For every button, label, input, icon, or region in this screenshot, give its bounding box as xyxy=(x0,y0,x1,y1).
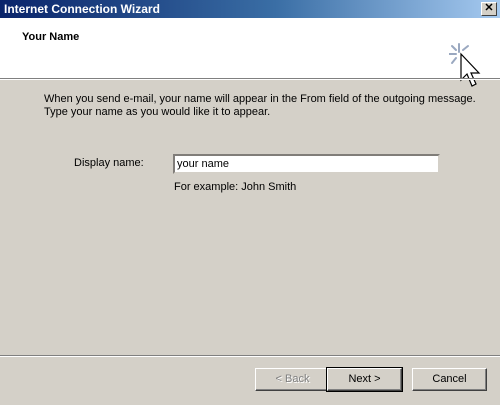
close-icon: ✕ xyxy=(484,2,494,14)
example-hint: For example: John Smith xyxy=(174,181,297,193)
wizard-cursor-icon xyxy=(449,43,481,87)
wizard-window: Internet Connection Wizard ✕ Your Name W… xyxy=(0,0,500,405)
display-name-label: Display name: xyxy=(74,157,144,169)
title-bar[interactable]: Internet Connection Wizard ✕ xyxy=(0,0,500,18)
page-title: Your Name xyxy=(22,31,80,43)
next-button[interactable]: Next > xyxy=(326,367,403,392)
cancel-button[interactable]: Cancel xyxy=(412,368,487,391)
wizard-header: Your Name xyxy=(0,18,500,87)
footer-divider xyxy=(0,355,500,357)
header-divider xyxy=(0,78,500,80)
display-name-input[interactable] xyxy=(173,154,440,174)
close-button[interactable]: ✕ xyxy=(481,2,497,16)
back-button[interactable]: < Back xyxy=(255,368,330,391)
window-title: Internet Connection Wizard xyxy=(4,2,160,16)
instructions-text: When you send e-mail, your name will app… xyxy=(44,93,476,118)
